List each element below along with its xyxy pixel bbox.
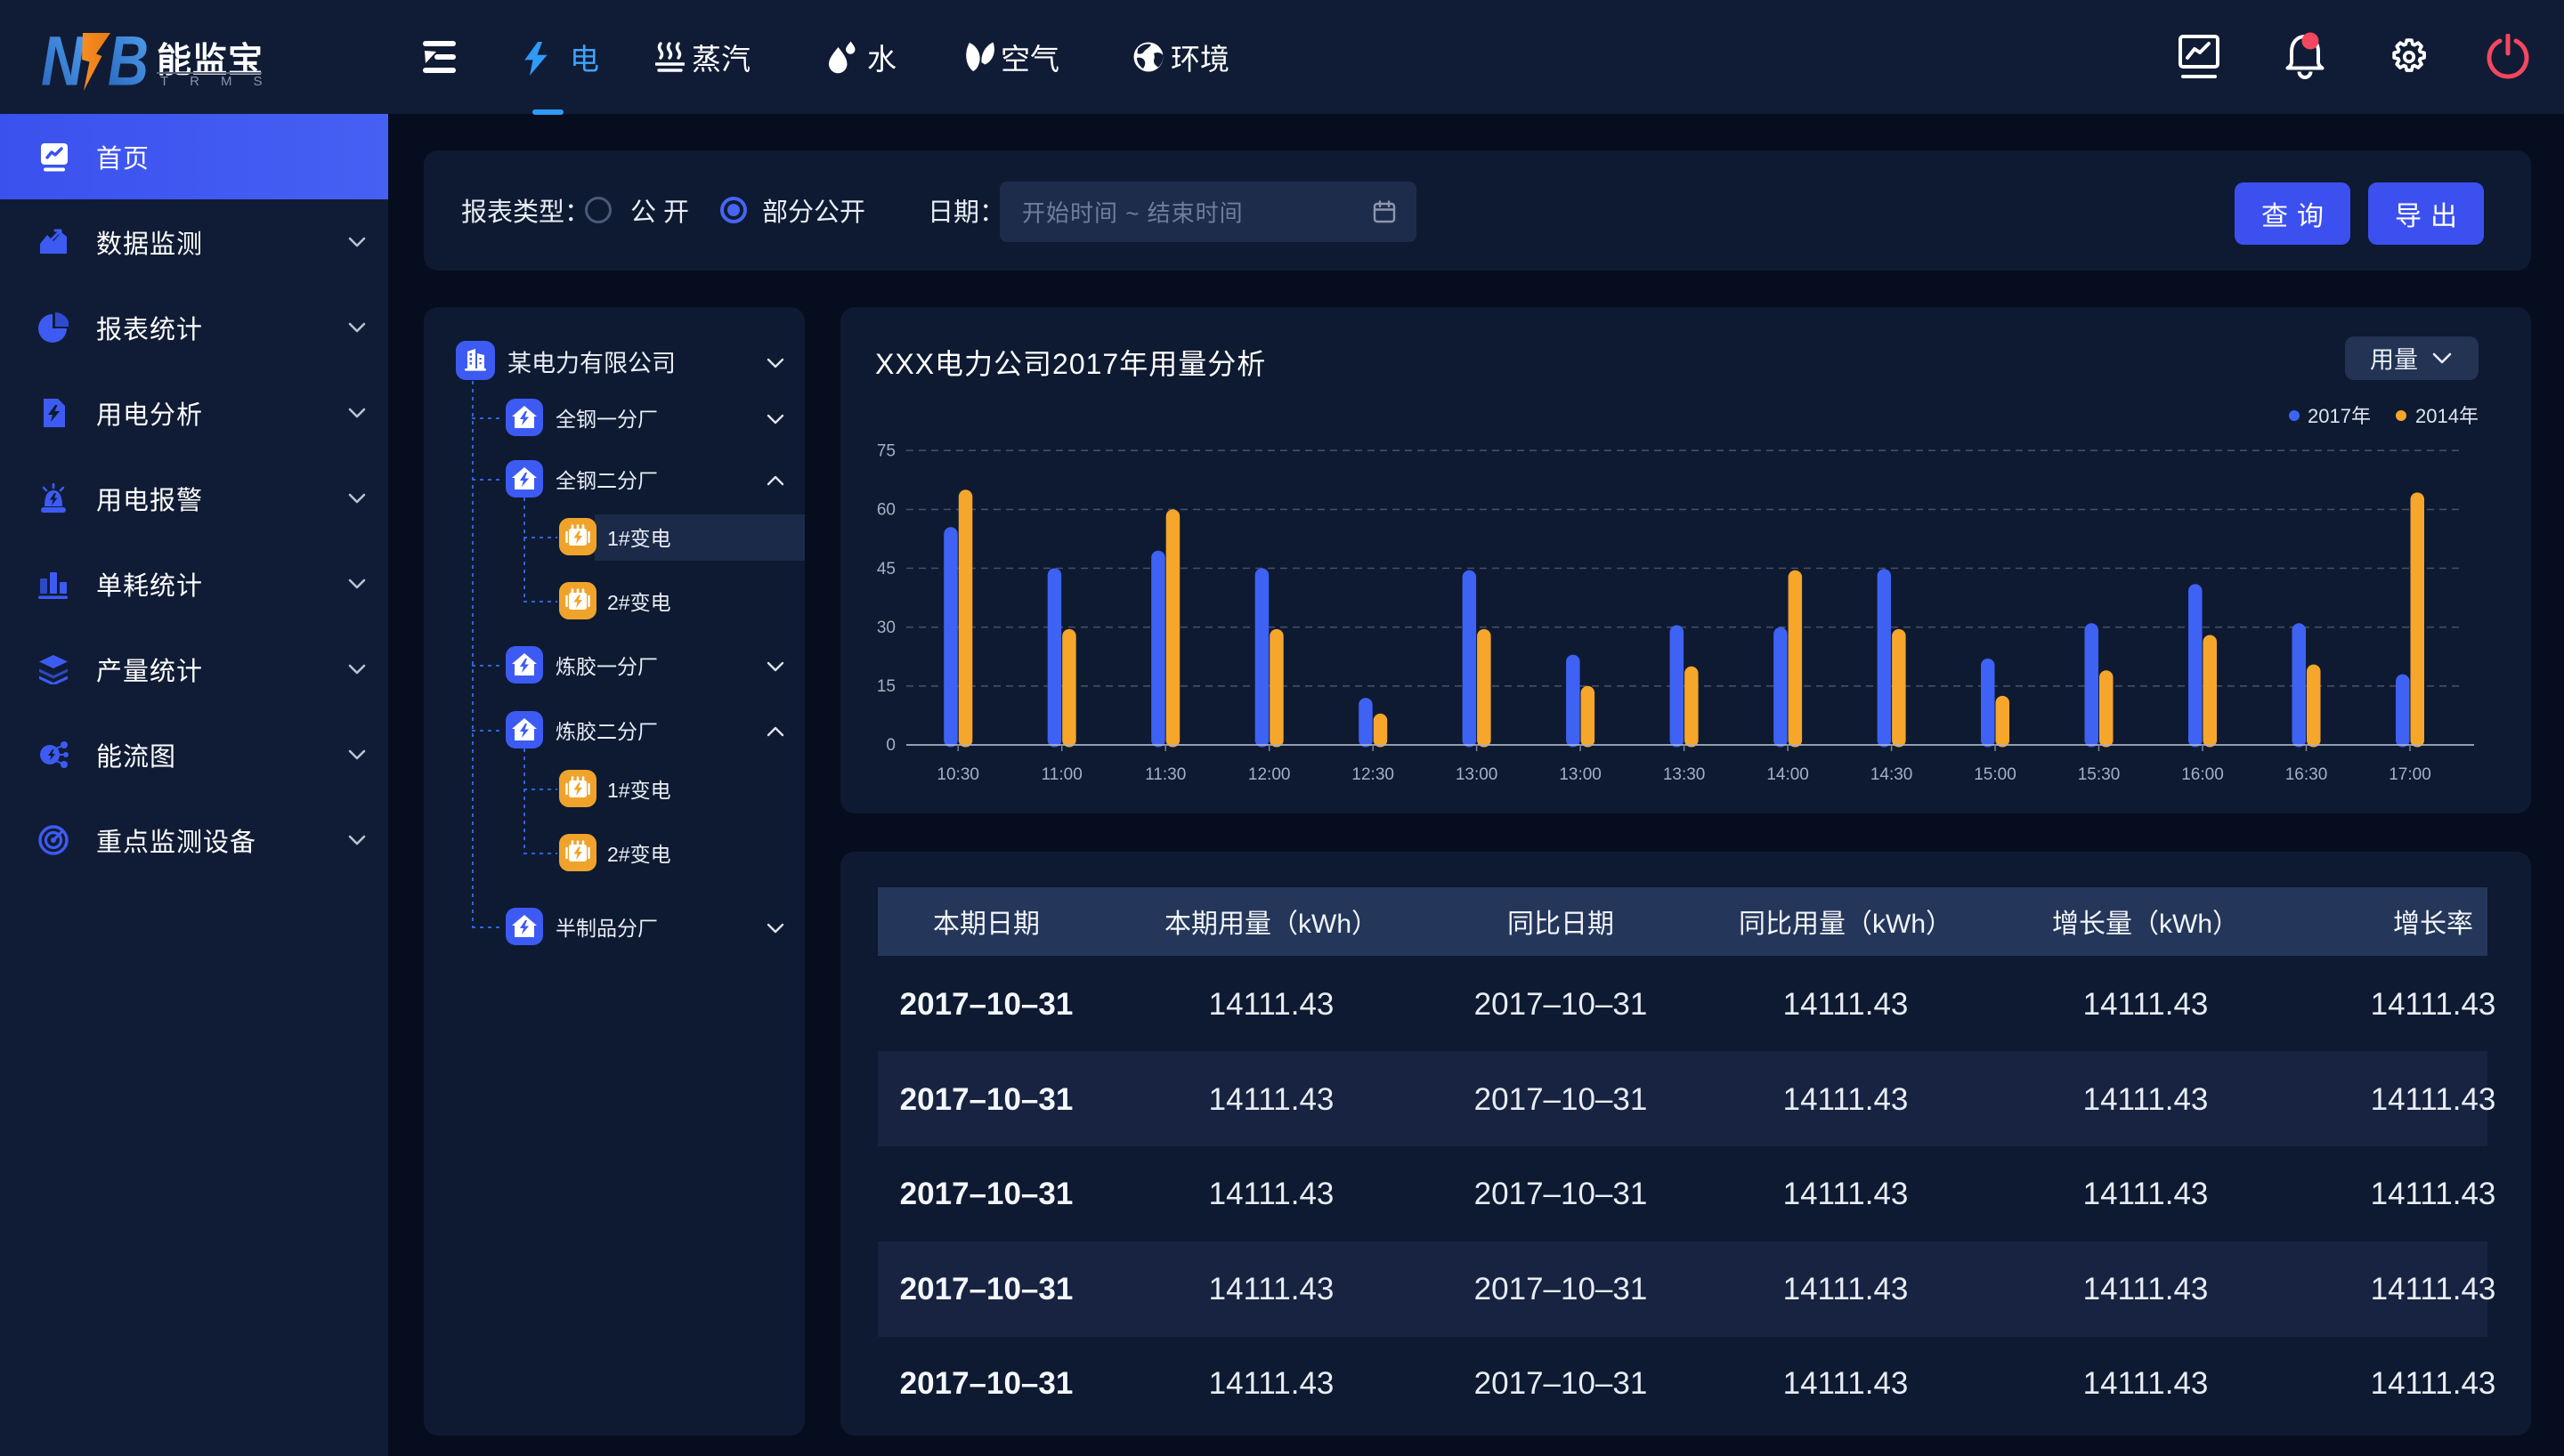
svg-text:15: 15	[877, 677, 896, 696]
svg-text:45: 45	[877, 560, 896, 578]
svg-text:13:00: 13:00	[1559, 765, 1602, 784]
svg-text:11:00: 11:00	[1042, 765, 1083, 784]
svg-text:15:30: 15:30	[2078, 765, 2121, 784]
svg-text:16:30: 16:30	[2285, 765, 2328, 784]
svg-text:2017年: 2017年	[2308, 405, 2371, 427]
svg-text:2014年: 2014年	[2415, 405, 2479, 427]
svg-text:15:00: 15:00	[1974, 765, 2016, 784]
svg-text:12:00: 12:00	[1248, 765, 1291, 784]
svg-text:14:30: 14:30	[1870, 765, 1913, 784]
svg-text:11:30: 11:30	[1145, 765, 1186, 784]
svg-text:13:00: 13:00	[1456, 765, 1498, 784]
svg-text:75: 75	[877, 442, 896, 461]
svg-text:14:00: 14:00	[1766, 765, 1809, 784]
svg-text:13:30: 13:30	[1663, 765, 1706, 784]
svg-text:17:00: 17:00	[2389, 765, 2431, 784]
svg-text:10:30: 10:30	[937, 765, 979, 784]
svg-text:B: B	[108, 27, 149, 96]
svg-text:60: 60	[877, 501, 896, 520]
svg-text:16:00: 16:00	[2181, 765, 2224, 784]
svg-text:30: 30	[877, 619, 896, 637]
svg-text:N: N	[41, 27, 85, 96]
svg-text:12:30: 12:30	[1351, 765, 1394, 784]
svg-text:0: 0	[886, 736, 896, 755]
